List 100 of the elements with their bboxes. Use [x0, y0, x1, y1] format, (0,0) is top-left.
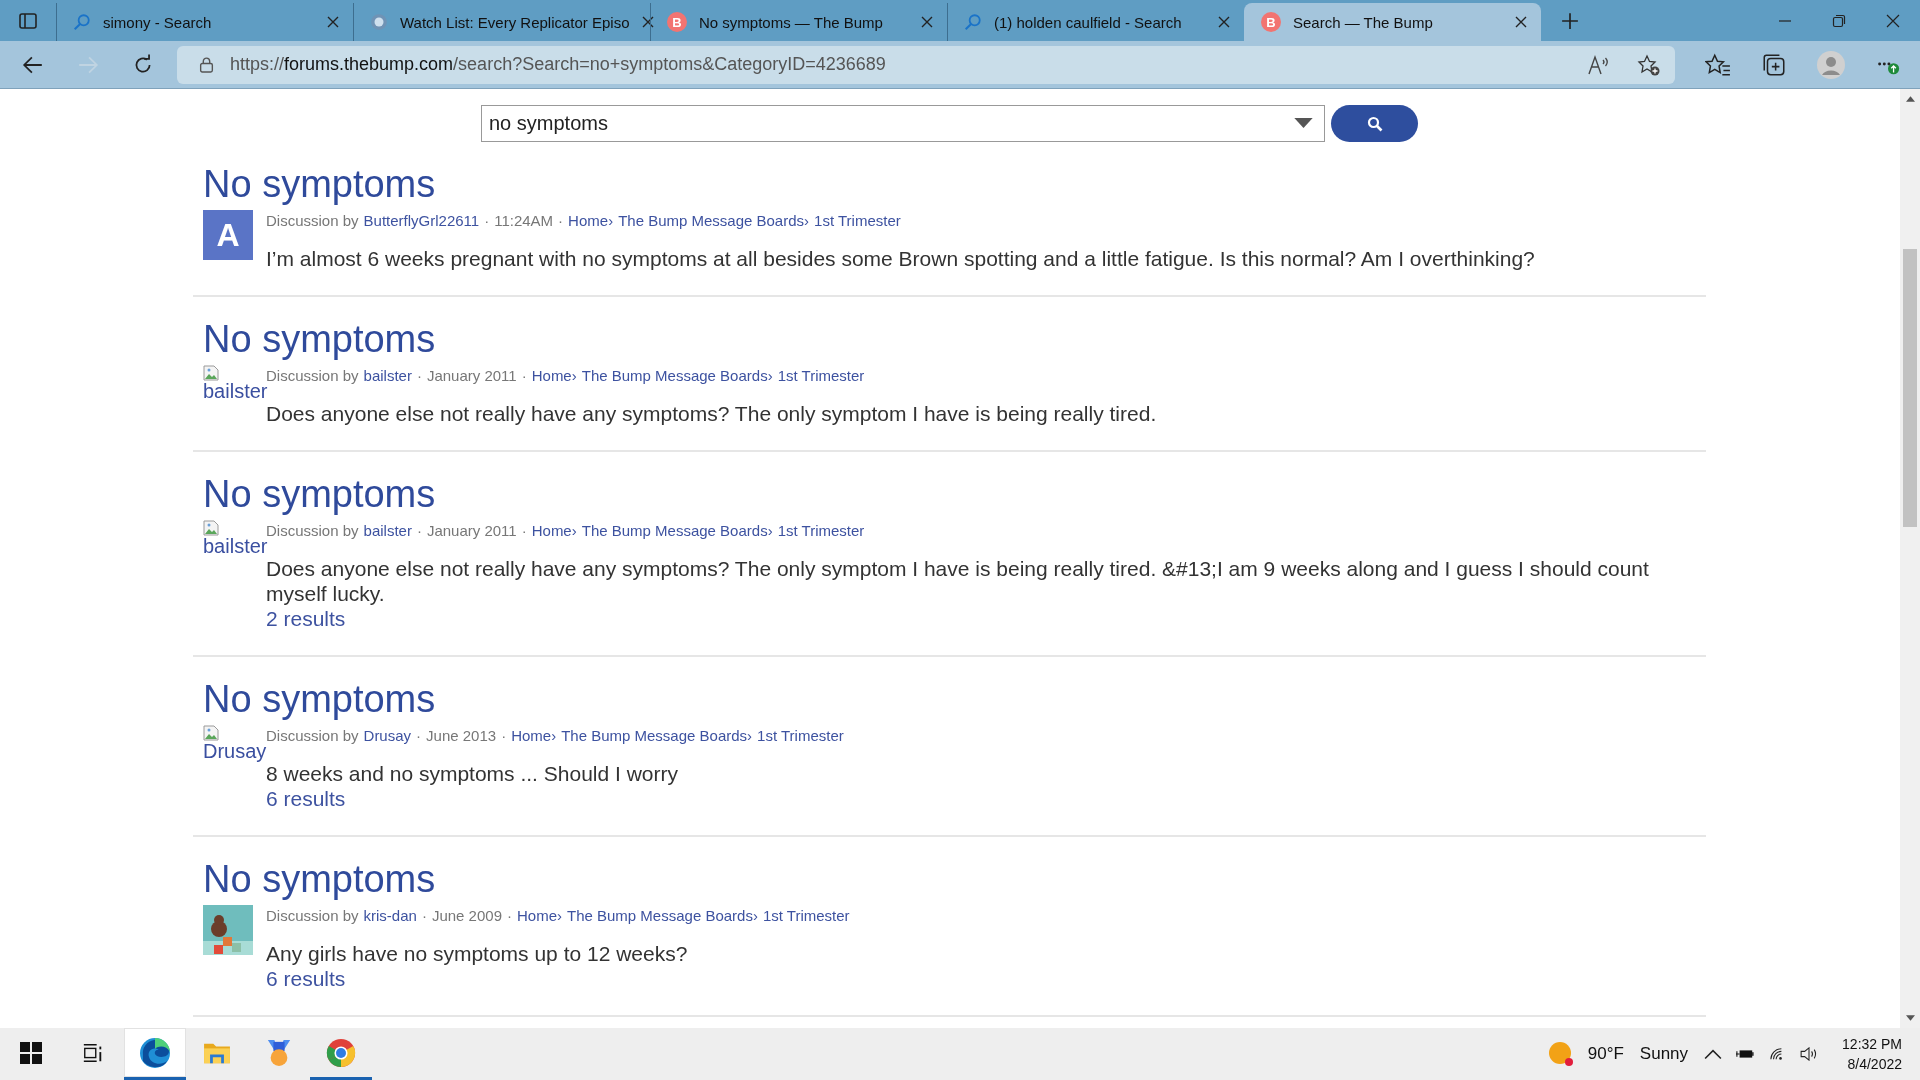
windows-logo-icon[interactable] — [20, 1041, 42, 1064]
breadcrumb-link[interactable]: The Bump Message Boards — [581, 520, 768, 542]
post-date: January 2011 — [426, 521, 517, 541]
meta-text: Discussion by — [266, 366, 359, 384]
meta-separator: · — [416, 726, 422, 746]
site-logo-icon: B — [1261, 12, 1281, 32]
read-aloud-icon[interactable] — [1587, 53, 1611, 76]
chevron-up-icon[interactable] — [1704, 1047, 1723, 1061]
breadcrumb-link[interactable]: The Bump Message Boards — [618, 210, 805, 232]
tab-actions-icon[interactable] — [18, 10, 38, 31]
weather-sun-icon[interactable] — [1547, 1041, 1574, 1067]
breadcrumb-link[interactable]: The Bump Message Boards — [567, 905, 753, 927]
meta-separator: · — [501, 726, 507, 746]
result-excerpt: 8 weeks and no symptoms ... Should I worry — [266, 762, 679, 786]
scrollbar[interactable] — [1900, 89, 1920, 1028]
result-excerpt: Does anyone else not really have any symptoms? The only symptom I have is being really tired. — [266, 401, 1158, 426]
browser-tab[interactable]: B Search — The Bump — [1244, 3, 1541, 41]
result-count-link[interactable]: 6 results — [266, 786, 346, 811]
browser-logo-icon[interactable] — [139, 1036, 171, 1069]
meta-separator: · — [416, 366, 422, 386]
breadcrumb-separator: › — [747, 726, 753, 746]
meta-separator: · — [484, 211, 490, 231]
breadcrumb-separator: › — [551, 726, 557, 746]
avatar-image[interactable] — [203, 905, 253, 955]
search-button[interactable] — [1331, 105, 1418, 142]
medal-icon[interactable] — [266, 1038, 292, 1067]
breadcrumb-link[interactable]: Home — [517, 905, 557, 927]
temperature-text[interactable]: 90°F — [1587, 1044, 1624, 1064]
breadcrumb-link[interactable]: Home — [568, 210, 609, 232]
post-date: June 2009 — [431, 906, 502, 926]
collections-icon[interactable] — [1761, 52, 1787, 77]
breadcrumb-separator: › — [767, 366, 773, 386]
result-title-link[interactable]: No symptoms — [203, 317, 436, 361]
new-tab-icon[interactable] — [1561, 11, 1579, 30]
address-field[interactable]: https://forums.thebump.com/search?Search=no+symptoms&CategoryID=4236689 — [177, 45, 1675, 84]
site-logo-icon: B — [667, 12, 687, 32]
favorites-icon[interactable] — [1705, 52, 1731, 77]
search-field[interactable]: no symptoms — [481, 105, 1325, 142]
result-title-link[interactable]: No symptoms — [203, 162, 436, 206]
search-icon — [73, 13, 91, 31]
volume-icon[interactable] — [1800, 1047, 1819, 1061]
close-icon[interactable] — [1218, 16, 1230, 28]
scroll-down-icon[interactable] — [1905, 1014, 1915, 1022]
close-icon[interactable] — [641, 16, 654, 28]
avatar-alt-text[interactable]: bailster — [203, 536, 268, 556]
scrollbar-thumb[interactable] — [1903, 249, 1917, 527]
avatar[interactable]: A — [203, 210, 253, 260]
search-icon — [1366, 115, 1383, 132]
breadcrumb-link[interactable]: Home — [531, 365, 572, 387]
result-title-link[interactable]: No symptoms — [203, 857, 436, 901]
battery-icon[interactable] — [1736, 1047, 1755, 1061]
breadcrumb-link[interactable]: 1st Trimester — [777, 365, 865, 387]
task-view-icon[interactable] — [82, 1041, 104, 1064]
clock-date[interactable]: 8/4/2022 — [1847, 1054, 1902, 1074]
breadcrumb-link[interactable]: 1st Trimester — [777, 520, 865, 542]
result-count-link[interactable]: 6 results — [266, 966, 346, 991]
breadcrumb-separator: › — [571, 521, 577, 541]
broken-image-icon — [203, 365, 219, 381]
avatar-alt-text[interactable]: Drusay — [203, 741, 267, 761]
result-excerpt: Any girls have no symptoms up to 12 weeks? — [266, 941, 689, 966]
result-count-link[interactable]: 2 results — [266, 606, 346, 631]
meta-separator: · — [521, 521, 527, 541]
result-excerpt: I’m almost 6 weeks pregnant with no symptoms at all besides some Brown spotting and a little fatigue. Is this normal? Am I overthinking? — [266, 246, 1536, 271]
breadcrumb-link[interactable]: The Bump Message Boards — [581, 365, 768, 387]
author-link[interactable]: kris-dan — [363, 905, 417, 927]
lock-icon[interactable] — [199, 56, 214, 73]
weather-condition-text[interactable]: Sunny — [1639, 1044, 1689, 1064]
scroll-up-icon[interactable] — [1905, 95, 1915, 103]
meta-separator: · — [558, 211, 564, 231]
breadcrumb-link[interactable]: Home — [531, 520, 572, 542]
breadcrumb-link[interactable]: 1st Trimester — [814, 210, 901, 232]
author-link[interactable]: bailster — [363, 365, 412, 387]
taskbar-button[interactable] — [124, 1028, 186, 1080]
chrome-logo-icon[interactable] — [326, 1037, 356, 1068]
search-icon — [964, 13, 982, 31]
breadcrumb-separator: › — [557, 906, 562, 926]
breadcrumb-separator: › — [804, 211, 810, 231]
result-title-link[interactable]: No symptoms — [203, 472, 436, 516]
meta-separator: · — [421, 906, 427, 926]
meta-separator: · — [521, 366, 527, 386]
breadcrumb-separator: › — [571, 366, 577, 386]
close-icon[interactable] — [1515, 16, 1527, 28]
close-icon[interactable] — [327, 16, 339, 28]
author-link[interactable]: bailster — [363, 520, 412, 542]
breadcrumb-link[interactable]: Home — [511, 725, 552, 747]
restore-icon[interactable] — [1832, 13, 1846, 28]
breadcrumb-link[interactable]: The Bump Message Boards — [561, 725, 748, 747]
post-date: January 2011 — [426, 366, 517, 386]
meta-text: Discussion by — [266, 726, 359, 746]
author-link[interactable]: ButterflyGrl22611 — [363, 210, 480, 232]
close-icon[interactable] — [921, 16, 933, 28]
dropdown-caret-icon[interactable] — [1294, 118, 1313, 129]
clock-time[interactable]: 12:32 PM — [1842, 1034, 1902, 1054]
avatar-alt-text[interactable]: bailster — [203, 381, 268, 401]
author-link[interactable]: Drusay — [363, 725, 412, 747]
close-icon[interactable] — [1886, 13, 1900, 28]
breadcrumb-link[interactable]: 1st Trimester — [762, 905, 850, 927]
add-favorite-icon[interactable] — [1637, 53, 1661, 76]
result-title-link[interactable]: No symptoms — [203, 677, 436, 721]
breadcrumb-link[interactable]: 1st Trimester — [757, 725, 844, 747]
